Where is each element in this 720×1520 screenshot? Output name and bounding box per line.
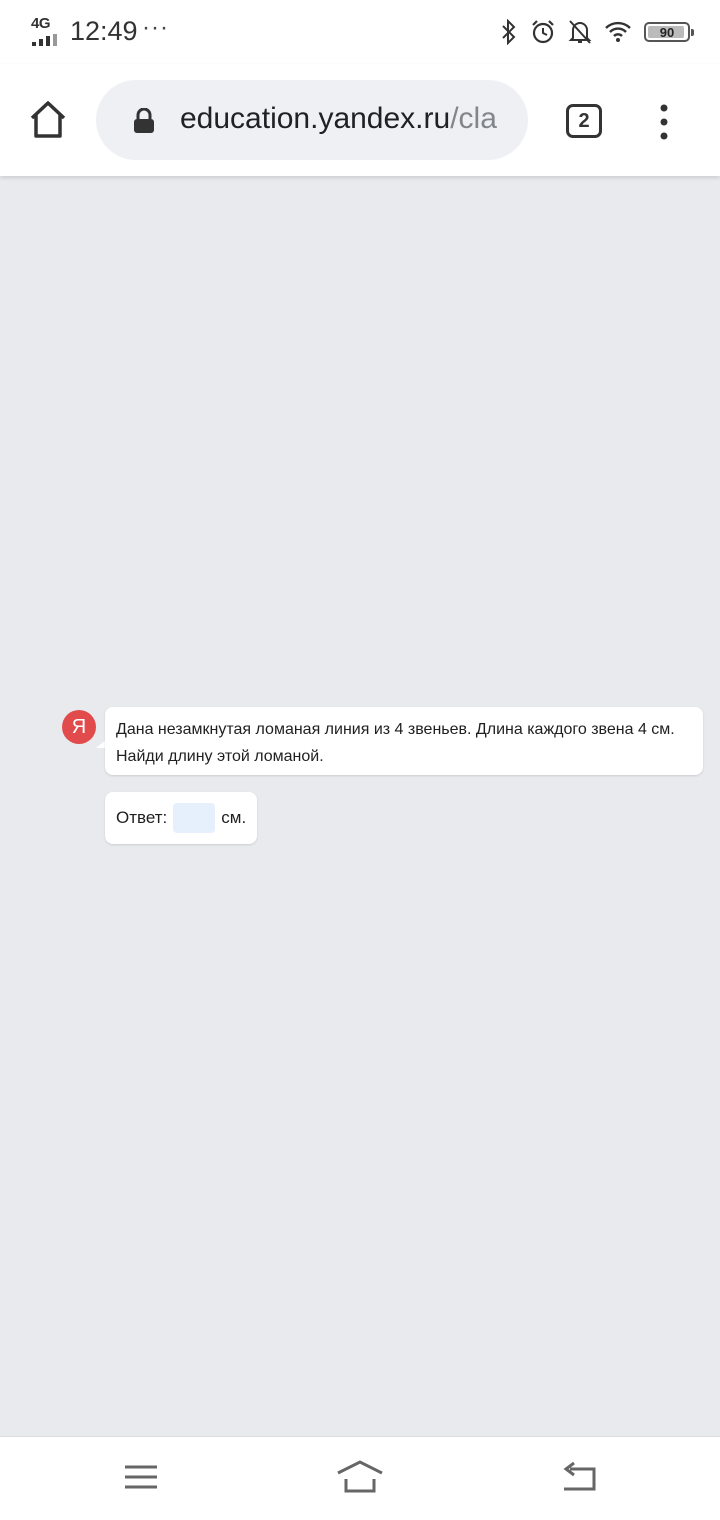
avatar-letter: Я bbox=[71, 715, 87, 738]
bluetooth-icon bbox=[502, 19, 516, 45]
yandex-avatar: Я bbox=[62, 710, 96, 744]
url-path: /cla bbox=[450, 102, 497, 135]
silent-bell-icon bbox=[568, 20, 592, 44]
answer-row: Ответ: см. bbox=[105, 792, 257, 844]
tab-count: 2 bbox=[578, 109, 590, 132]
battery-icon: 90 bbox=[644, 22, 694, 42]
home-nav-icon[interactable] bbox=[336, 1459, 384, 1495]
answer-label: Ответ: bbox=[116, 808, 168, 827]
status-bar: 4G 12:49 ··· 90 bbox=[0, 0, 720, 64]
network-type: 4G bbox=[31, 15, 51, 32]
address-bar[interactable]: education.yandex.ru/cla bbox=[96, 80, 528, 160]
more-notifications-icon: ··· bbox=[142, 14, 169, 41]
url-domain: education.yandex.ru bbox=[180, 102, 451, 135]
task-text: Дана незамкнутая ломаная линия из 4 звен… bbox=[116, 721, 675, 765]
clock: 12:49 bbox=[70, 16, 138, 46]
answer-input[interactable] bbox=[173, 803, 216, 833]
alarm-icon bbox=[532, 20, 554, 44]
lock-icon[interactable] bbox=[132, 108, 156, 134]
tab-switcher-button[interactable]: 2 bbox=[566, 104, 602, 138]
back-icon[interactable] bbox=[560, 1459, 600, 1495]
battery-level: 90 bbox=[659, 24, 675, 40]
cellular-signal-icon: 4G bbox=[30, 15, 60, 46]
answer-unit: см. bbox=[221, 808, 247, 827]
menu-icon[interactable] bbox=[121, 1459, 161, 1495]
status-icons: 90 bbox=[500, 17, 694, 47]
page-content: Я Дана незамкнутая ломаная линия из 4 зв… bbox=[0, 178, 720, 1436]
url-text[interactable]: education.yandex.ru/cla bbox=[180, 102, 510, 142]
wifi-icon bbox=[605, 21, 631, 42]
system-nav-bar bbox=[0, 1436, 720, 1520]
browser-toolbar: education.yandex.ru/cla 2 bbox=[0, 64, 720, 176]
more-options-icon[interactable] bbox=[652, 102, 676, 142]
task-message: Дана незамкнутая ломаная линия из 4 звен… bbox=[105, 707, 703, 775]
home-icon[interactable] bbox=[26, 98, 70, 142]
